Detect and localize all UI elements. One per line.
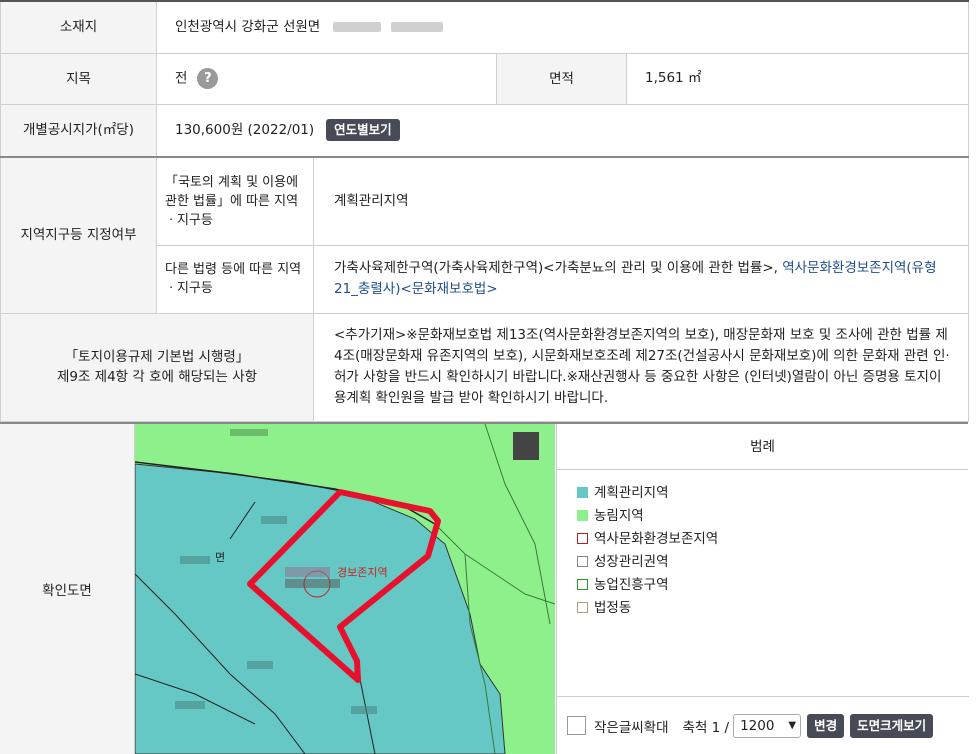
legend-swatch-icon xyxy=(577,510,588,521)
map-label: 확인도면 xyxy=(0,424,135,754)
map-zone-text: 경보존지역 xyxy=(337,566,388,579)
zone-label: 지역지구등 지정여부 xyxy=(0,156,157,314)
legend-item-label: 농업진흥구역 xyxy=(594,577,669,593)
location-label: 소재지 xyxy=(0,0,157,54)
landcat-value: 전? xyxy=(156,52,497,105)
redacted-label xyxy=(247,661,273,669)
small-text-label: 작은글씨확대 xyxy=(594,719,669,736)
zone-sub2-label: 다른 법령 등에 따른 지역ㆍ지구등 xyxy=(156,244,314,314)
map-row: 확인도면 경보존지역 면 범례 계획관리지역 농림지역 역사문화환경보존지역 성… xyxy=(0,422,969,754)
legend-title: 범례 xyxy=(557,424,968,470)
redacted-label xyxy=(230,429,268,436)
legend-list: 계획관리지역농림지역역사문화환경보존지역성장관리권역농업진흥구역법정동 xyxy=(557,470,968,620)
small-text-checkbox[interactable] xyxy=(567,716,586,735)
legend-item-label: 성장관리권역 xyxy=(594,554,669,570)
legend-panel: 범례 계획관리지역농림지역역사문화환경보존지역성장관리권역농업진흥구역법정동 작… xyxy=(556,424,969,754)
landcat-label: 지목 xyxy=(0,52,157,105)
redacted-address xyxy=(332,21,381,32)
legend-swatch-icon xyxy=(577,579,588,590)
legend-swatch-icon xyxy=(577,602,588,613)
zone-sub1-value: 계획관리지역 xyxy=(312,156,970,246)
scale-label: 축척 1 / xyxy=(682,719,730,736)
legend-item: 계획관리지역 xyxy=(577,482,968,505)
legend-swatch-icon xyxy=(577,487,588,498)
zone-sub2-value: 가축사육제한구역(가축사육제한구역)<가축분뇨의 관리 및 이용에 관한 법률>… xyxy=(312,244,970,314)
map-image[interactable]: 경보존지역 면 xyxy=(135,424,555,754)
legend-item: 농업진흥구역 xyxy=(577,574,968,597)
redacted-label xyxy=(285,567,330,577)
land-use-map[interactable]: 경보존지역 면 xyxy=(135,424,555,754)
chevron-down-icon: ▼ xyxy=(788,720,797,731)
regulation-value: <추가기재>※문화재보호법 제13조(역사문화환경보존지역의 보호), 매장문화… xyxy=(312,312,970,422)
change-scale-button[interactable]: 변경 xyxy=(807,713,845,738)
legend-item: 법정동 xyxy=(577,597,968,620)
redacted-label xyxy=(175,701,205,709)
legend-item-label: 역사문화환경보존지역 xyxy=(594,531,719,547)
legend-item: 성장관리권역 xyxy=(577,551,968,574)
price-label: 개별공시지가(㎡당) xyxy=(0,103,157,158)
legend-item: 역사문화환경보존지역 xyxy=(577,528,968,551)
legend-item-label: 법정동 xyxy=(594,600,632,616)
area-value: 1,561 ㎡ xyxy=(625,52,970,105)
help-icon[interactable]: ? xyxy=(197,67,219,89)
scale-select[interactable]: 1200 ▼ xyxy=(733,713,802,738)
regulation-label: 「토지이용규제 기본법 시행령」 제9조 제4항 각 호에 해당되는 사항 xyxy=(0,312,314,422)
legend-swatch-icon xyxy=(577,533,588,544)
redacted-label xyxy=(351,706,377,714)
redacted-label xyxy=(180,556,210,564)
map-place-text: 면 xyxy=(215,551,225,564)
legend-item-label: 농림지역 xyxy=(594,508,644,524)
legend-item-label: 계획관리지역 xyxy=(594,485,669,501)
location-value: 인천광역시 강화군 선원면 xyxy=(155,0,970,54)
price-value: 130,600원 (2022/01) 연도별보기 xyxy=(155,103,970,158)
legend-footer: 작은글씨확대 축척 1 / 1200 ▼ 변경 도면크게보기 xyxy=(557,696,969,754)
redacted-address xyxy=(390,21,443,32)
building-block xyxy=(513,432,539,460)
enlarge-map-button[interactable]: 도면크게보기 xyxy=(850,713,934,738)
yearly-view-button[interactable]: 연도별보기 xyxy=(326,119,400,142)
zone-sub1-label: 「국토의 계획 및 이용에 관한 법률」에 따른 지역ㆍ지구등 xyxy=(156,156,314,246)
redacted-label xyxy=(285,579,340,588)
land-info-table: 소재지 인천광역시 강화군 선원면 지목 전? 면적 1,561 ㎡ 개별공시지… xyxy=(0,0,970,422)
legend-item: 농림지역 xyxy=(577,505,968,528)
area-label: 면적 xyxy=(496,52,627,105)
legend-swatch-icon xyxy=(577,556,588,567)
redacted-label xyxy=(261,516,287,524)
